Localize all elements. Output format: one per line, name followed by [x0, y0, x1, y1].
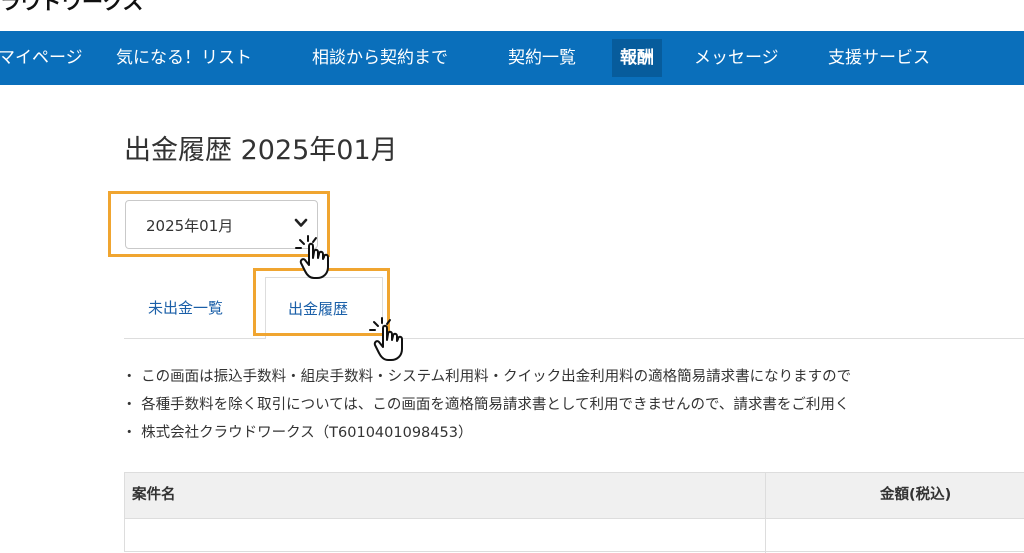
notice-item: ・ 株式会社クラウドワークス（T6010401098453） [122, 425, 473, 441]
notice-item: ・ 各種手数料を除く取引については、この画面を適格簡易請求書として利用できません… [122, 397, 850, 413]
tab-divider [124, 338, 1024, 339]
nav-item-messages[interactable]: メッセージ [694, 31, 779, 85]
hand-pointer-icon [295, 235, 329, 279]
nav-item-mypage[interactable]: マイページ [0, 31, 83, 85]
column-header-project-name: 案件名 [132, 487, 176, 503]
column-header-amount: 金額(税込) [880, 487, 952, 503]
nav-item-contracts[interactable]: 契約一覧 [508, 31, 576, 85]
nav-item-support-services[interactable]: 支援サービス [828, 31, 930, 85]
nav-item-rewards[interactable]: 報酬 [612, 39, 662, 77]
notice-list: ・ この画面は振込手数料・組戻手数料・システム利用料・クイック出金利用料の適格簡… [122, 363, 1024, 447]
global-navbar: マイページ 気になる！リスト 相談から契約まで 契約一覧 報酬 メッセージ 支援… [0, 31, 1024, 85]
withdrawal-table: 案件名 金額(税込) [124, 472, 1024, 553]
tab-unwithdrawn-list[interactable]: 未出金一覧 [148, 297, 223, 318]
nav-item-watchlist[interactable]: 気になる！リスト [116, 31, 252, 85]
hand-pointer-icon [369, 317, 403, 361]
nav-item-consult-to-contract[interactable]: 相談から契約まで [312, 31, 448, 85]
site-logo[interactable]: ラウドワークス [0, 0, 143, 16]
table-header-row: 案件名 金額(税込) [125, 473, 1024, 519]
notice-item: ・ この画面は振込手数料・組戻手数料・システム利用料・クイック出金利用料の適格簡… [122, 369, 852, 385]
page-title: 出金履歴 2025年01月 [124, 135, 398, 166]
column-divider [765, 473, 766, 553]
